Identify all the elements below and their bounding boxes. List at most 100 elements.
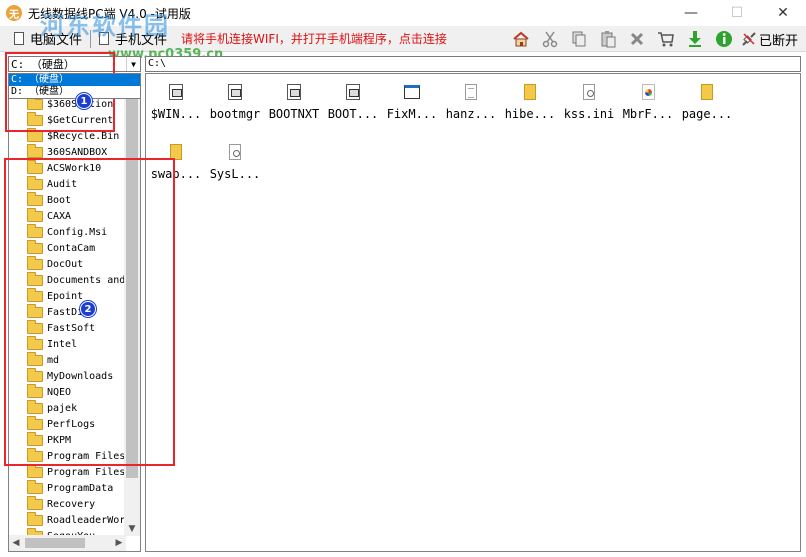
disconnect-button[interactable]: 已断开	[741, 30, 798, 49]
folder-tree-item[interactable]: RoadleaderWor	[27, 511, 125, 528]
file-item[interactable]: BOOT...	[324, 78, 382, 128]
folder-tree-item[interactable]: Config.Msi	[27, 223, 108, 240]
file-item[interactable]: kss.ini	[560, 78, 618, 128]
delete-icon[interactable]	[626, 28, 648, 50]
scroll-down-arrow-icon[interactable]: ▼	[124, 522, 140, 536]
system-file-icon	[344, 82, 362, 102]
folder-icon	[27, 383, 43, 398]
app-logo-icon: 无	[6, 5, 22, 21]
folder-label: Config.Msi	[47, 226, 108, 238]
file-name: $WIN...	[150, 107, 202, 121]
disconnect-icon	[742, 32, 756, 46]
folder-label: Program Files	[47, 450, 126, 462]
file-item[interactable]: bootmgr	[206, 78, 264, 128]
folder-tree-item[interactable]: Program Files	[27, 463, 125, 480]
folder-tree-item[interactable]: 360SANDBOX	[27, 143, 108, 160]
file-item[interactable]: BOOTNXT	[265, 78, 323, 128]
horizontal-scrollbar-thumb[interactable]	[25, 538, 85, 548]
file-item[interactable]: FixM...	[383, 78, 441, 128]
folder-label: PerfLogs	[47, 418, 96, 430]
folder-tree-item[interactable]: ProgramData	[27, 479, 113, 496]
paste-icon[interactable]	[597, 28, 619, 50]
minimize-button[interactable]: —	[668, 0, 714, 26]
folder-tree-item[interactable]: DocOut	[27, 255, 83, 272]
cut-icon[interactable]	[539, 28, 561, 50]
toolbar: 电脑文件 手机文件 请将手机连接WIFI，并打开手机端程序，点击连接 已断开	[0, 26, 806, 52]
ini-file-icon	[580, 82, 598, 102]
file-item[interactable]: page...	[678, 78, 736, 128]
folder-tree-item[interactable]: NQEO	[27, 383, 72, 400]
folder-tree-item[interactable]: ContaCam	[27, 239, 95, 256]
maximize-button[interactable]: ☐	[714, 0, 760, 26]
scroll-right-arrow-icon[interactable]: ▶	[112, 535, 126, 551]
color-file-icon	[639, 82, 657, 102]
folder-label: 360SANDBOX	[47, 146, 108, 158]
folder-icon	[27, 159, 43, 174]
file-item[interactable]: hanz...	[442, 78, 500, 128]
folder-tree-item[interactable]: $Recycle.Bin	[27, 127, 119, 144]
folder-label: MyDownloads	[47, 370, 114, 382]
folder-tree-item[interactable]: Epoint	[27, 287, 83, 304]
folder-icon	[27, 287, 43, 302]
folder-tree-item[interactable]: PerfLogs	[27, 415, 96, 432]
file-item[interactable]: swap...	[147, 138, 205, 188]
folder-tree-item[interactable]: Documents and	[27, 271, 125, 288]
annotation-badge-2: 2	[80, 301, 96, 317]
annotation-badge-1: 1	[76, 93, 92, 109]
computer-files-button[interactable]: 电脑文件	[10, 29, 86, 48]
folder-tree-item[interactable]: CAXA	[27, 207, 71, 224]
folder-tree[interactable]: $360Section$GetCurrent$Recycle.Bin360SAN…	[8, 73, 141, 552]
drive-select[interactable]: C: （硬盘） ▼	[8, 56, 141, 72]
file-item[interactable]: hibe...	[501, 78, 559, 128]
folder-tree-item[interactable]: Recovery	[27, 495, 95, 512]
folder-icon	[27, 303, 43, 318]
folder-tree-item[interactable]: PKPM	[27, 431, 71, 448]
download-icon[interactable]	[684, 28, 706, 50]
folder-label: NQEO	[47, 386, 72, 398]
phone-files-button[interactable]: 手机文件	[95, 29, 171, 48]
folder-tree-item[interactable]: FastSoft	[27, 319, 96, 336]
folder-tree-item[interactable]: Intel	[27, 335, 78, 352]
vertical-scrollbar[interactable]: ▼	[124, 74, 140, 536]
system-file-icon	[226, 82, 244, 102]
folder-tree-item[interactable]: ACSWork10	[27, 159, 101, 176]
folder-icon	[27, 447, 43, 462]
computer-file-icon	[14, 32, 24, 45]
file-list-view[interactable]: $WIN... bootmgr BOOTNXT BOOT... FixM... hanz.…	[145, 73, 801, 552]
folder-label: Audit	[47, 178, 78, 190]
cart-icon[interactable]	[655, 28, 677, 50]
path-field[interactable]: C:\	[145, 56, 801, 72]
scroll-left-arrow-icon[interactable]: ◀	[9, 535, 23, 551]
ini-file-icon	[226, 142, 244, 162]
info-icon[interactable]	[713, 28, 735, 50]
folder-icon	[27, 95, 43, 110]
folder-tree-item[interactable]: Program Files	[27, 447, 126, 464]
file-item[interactable]: $WIN...	[147, 78, 205, 128]
toolbar-divider	[90, 29, 92, 48]
folder-tree-item[interactable]: md	[27, 351, 59, 368]
drive-dropdown-list: C: （硬盘） D: （硬盘）	[8, 73, 141, 99]
copy-icon[interactable]	[568, 28, 590, 50]
scrollbar-thumb[interactable]	[126, 78, 138, 478]
horizontal-scrollbar[interactable]: ◀ ▶	[9, 535, 126, 551]
file-item[interactable]: MbrF...	[619, 78, 677, 128]
drive-option-d[interactable]: D: （硬盘）	[9, 86, 140, 98]
folder-tree-item[interactable]: pajek	[27, 399, 78, 416]
folder-tree-item[interactable]: Boot	[27, 191, 72, 208]
folder-tree-item[interactable]: Audit	[27, 175, 78, 192]
folder-tree-item[interactable]: MyDownloads	[27, 367, 114, 384]
folder-file-icon	[521, 82, 539, 102]
folder-label: Intel	[47, 338, 78, 350]
close-button[interactable]: ✕	[760, 0, 806, 26]
folder-label: pajek	[47, 402, 78, 414]
file-name: BOOTNXT	[268, 107, 320, 121]
connection-hint: 请将手机连接WIFI，并打开手机端程序，点击连接	[181, 32, 447, 46]
folder-label: FastSoft	[47, 322, 96, 334]
file-name: kss.ini	[563, 107, 615, 121]
home-icon[interactable]	[510, 28, 532, 50]
chevron-down-icon[interactable]: ▼	[126, 57, 140, 71]
drive-option-c[interactable]: C: （硬盘）	[9, 74, 140, 86]
folder-label: Boot	[47, 194, 72, 206]
file-item[interactable]: SysL...	[206, 138, 264, 188]
folder-tree-item[interactable]: $GetCurrent	[27, 111, 113, 128]
